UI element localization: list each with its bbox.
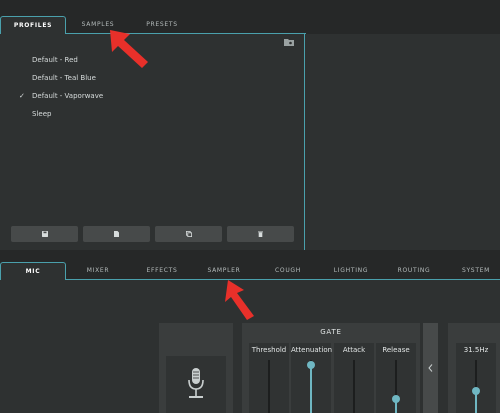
checkmark-icon: ✓: [19, 92, 25, 100]
attack-slider[interactable]: [353, 360, 355, 413]
profile-item-sleep[interactable]: Sleep: [32, 110, 51, 118]
new-file-icon: [114, 231, 119, 237]
attenuation-slider-knob[interactable]: [307, 361, 315, 369]
profile-item-default-vaporwave[interactable]: Default - Vaporwave: [32, 92, 103, 100]
folder-icon[interactable]: [284, 38, 294, 46]
arrow-icon: [110, 30, 148, 68]
tab-cough[interactable]: COUGH: [262, 262, 314, 280]
new-profile-button[interactable]: [83, 226, 150, 242]
duplicate-icon: [185, 231, 192, 237]
profile-item-default-teal-blue[interactable]: Default - Teal Blue: [32, 74, 96, 82]
tab-mixer[interactable]: MIXER: [72, 262, 124, 280]
microphone-icon: [188, 368, 204, 398]
delete-profile-button[interactable]: [227, 226, 294, 242]
tab-routing[interactable]: ROUTING: [388, 262, 440, 280]
save-profile-button[interactable]: [11, 226, 78, 242]
tab-profiles[interactable]: PROFILES: [0, 16, 66, 34]
tab-lighting[interactable]: LIGHTING: [325, 262, 377, 280]
profiles-panel: [0, 34, 305, 250]
duplicate-profile-button[interactable]: [155, 226, 222, 242]
profile-item-default-red[interactable]: Default - Red: [32, 56, 78, 64]
threshold-slider[interactable]: [268, 360, 270, 413]
mic-selector[interactable]: [166, 356, 226, 413]
attenuation-label: Attenuation: [291, 346, 333, 354]
tab-effects[interactable]: EFFECTS: [136, 262, 188, 280]
tab-mic[interactable]: MIC: [0, 262, 66, 280]
eq-band-slider-knob[interactable]: [472, 387, 480, 395]
gate-title: GATE: [320, 328, 342, 336]
top-strip: [0, 0, 500, 16]
collapse-button[interactable]: [423, 323, 438, 413]
empty-area: [306, 34, 500, 250]
eq-band-label: 31.5Hz: [463, 346, 489, 354]
attack-label: Attack: [342, 346, 366, 354]
attenuation-slider-fill: [310, 364, 312, 413]
section-divider: [0, 250, 500, 262]
chevron-left-icon: [428, 364, 433, 372]
profile-tabbar: PROFILES SAMPLES PRESETS: [0, 16, 500, 34]
delete-icon: [258, 231, 263, 237]
save-icon: [41, 231, 48, 237]
eq-band-slider-fill: [475, 392, 477, 413]
arrow-icon: [225, 280, 254, 320]
release-slider-knob[interactable]: [392, 395, 400, 403]
tab-system[interactable]: SYSTEM: [452, 262, 500, 280]
threshold-label: Threshold: [251, 346, 287, 354]
release-label: Release: [382, 346, 410, 354]
